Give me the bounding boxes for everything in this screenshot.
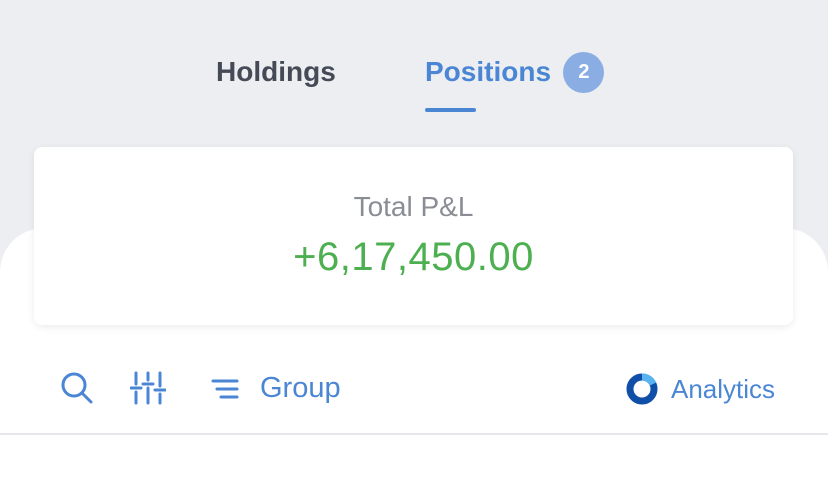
sliders-icon: [129, 371, 167, 405]
total-pnl-value: +6,17,450.00: [293, 235, 534, 279]
analytics-ring-icon: [626, 373, 658, 405]
filter-button[interactable]: [129, 370, 167, 411]
total-pnl-label: Total P&L: [353, 191, 474, 222]
tab-holdings[interactable]: Holdings: [216, 52, 336, 112]
search-button[interactable]: [60, 371, 94, 410]
group-lines-icon: [211, 379, 239, 399]
analytics-button[interactable]: Analytics: [626, 368, 796, 408]
tab-holdings-label: Holdings: [216, 56, 336, 87]
analytics-label: Analytics: [671, 374, 776, 404]
tab-bar: Holdings Positions 2: [0, 0, 828, 112]
tab-positions-label: Positions: [425, 56, 552, 87]
positions-count-badge: 2: [563, 52, 605, 93]
toolbar-divider: [0, 433, 828, 435]
group-label: Group: [260, 372, 341, 404]
tab-positions[interactable]: Positions 2: [425, 52, 605, 112]
active-tab-indicator: [425, 108, 476, 112]
search-icon: [61, 372, 93, 404]
total-pnl-card: Total P&L +6,17,450.00: [34, 147, 793, 325]
positions-toolbar: Group Analytics: [0, 360, 828, 416]
